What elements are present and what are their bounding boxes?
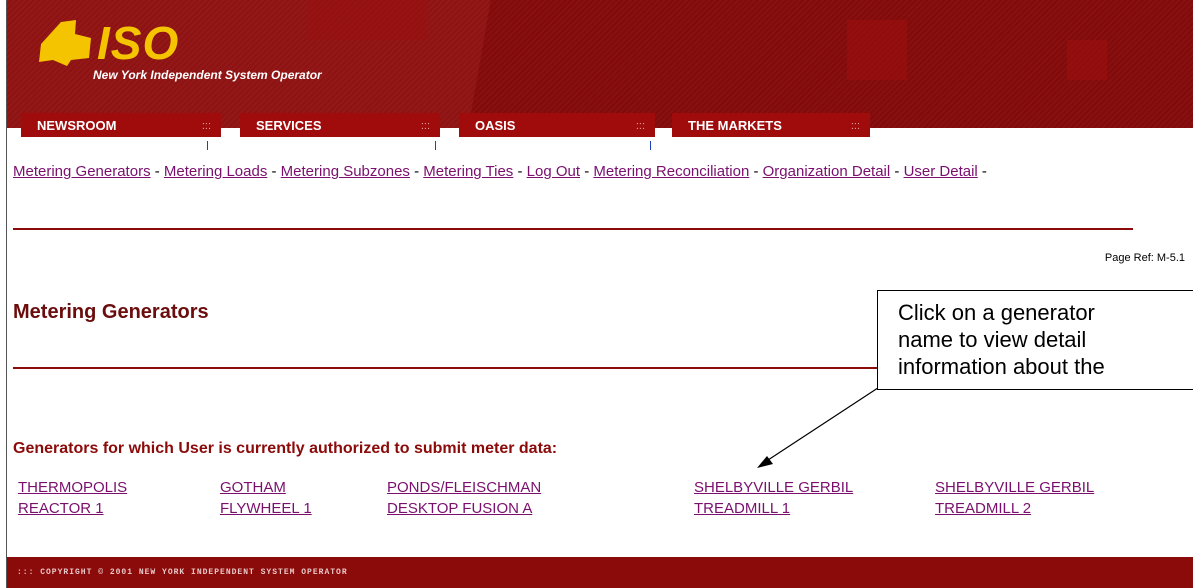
logo-subtitle: New York Independent System Operator [93,68,322,82]
generators-heading: Generators for which User is currently a… [13,440,558,457]
header-banner: ISO New York Independent System Operator [7,0,1193,128]
tab-label: OASIS [475,118,516,133]
link-metering-generators[interactable]: Metering Generators [13,163,151,180]
tab-oasis[interactable]: OASIS ::: [459,113,655,137]
divider [13,228,1133,230]
grid-dots-icon: ::: [635,120,645,132]
metering-links: Metering Generators - Metering Loads - M… [13,163,987,180]
tab-services[interactable]: SERVICES ::: [240,113,440,137]
link-metering-subzones[interactable]: Metering Subzones [281,163,410,180]
page-title: Metering Generators [13,301,209,323]
banner-decoration [307,0,427,40]
tab-link-mark [650,141,654,150]
instruction-callout: Click on a generator name to view detail… [877,290,1193,390]
page-frame: ISO New York Independent System Operator… [6,0,1193,588]
tab-label: NEWSROOM [37,118,117,133]
generator-link-thermopolis-reactor-1[interactable]: THERMOPOLIS REACTOR 1 [18,477,127,519]
link-organization-detail[interactable]: Organization Detail [763,163,891,180]
grid-dots-icon: ::: [201,120,211,132]
new-york-state-icon [39,20,91,66]
grid-dots-icon: ::: [420,120,430,132]
logo-text: ISO [97,17,180,69]
tab-newsroom[interactable]: NEWSROOM ::: [21,113,221,137]
banner-decoration [1067,40,1107,80]
callout-arrow [757,381,888,468]
nyiso-logo[interactable]: ISO New York Independent System Operator [31,6,322,86]
tab-the-markets[interactable]: THE MARKETS ::: [672,113,870,137]
main-nav: NEWSROOM ::: SERVICES ::: OASIS ::: THE … [7,113,907,137]
link-user-detail[interactable]: User Detail [904,163,978,180]
generator-link-ponds-fleischman[interactable]: PONDS/FLEISCHMAN DESKTOP FUSION A [387,477,541,519]
link-metering-ties[interactable]: Metering Ties [423,163,513,180]
link-metering-loads[interactable]: Metering Loads [164,163,267,180]
link-log-out[interactable]: Log Out [527,163,580,180]
copyright-footer: ::: COPYRIGHT © 2001 NEW YORK INDEPENDEN… [7,557,1193,588]
page-ref: Page Ref: M-5.1 [1104,252,1185,264]
grid-dots-icon: ::: [850,120,860,132]
tab-label: THE MARKETS [688,118,782,133]
link-metering-reconciliation[interactable]: Metering Reconciliation [593,163,749,180]
tab-label: SERVICES [256,118,322,133]
generator-link-gotham-flywheel-1[interactable]: GOTHAM FLYWHEEL 1 [220,477,312,519]
tab-link-mark [435,141,439,150]
banner-decoration [847,20,907,80]
tab-link-mark [207,141,211,150]
generator-link-shelbyville-treadmill-2[interactable]: SHELBYVILLE GERBIL TREADMILL 2 [935,477,1094,519]
generator-link-shelbyville-treadmill-1[interactable]: SHELBYVILLE GERBIL TREADMILL 1 [694,477,853,519]
